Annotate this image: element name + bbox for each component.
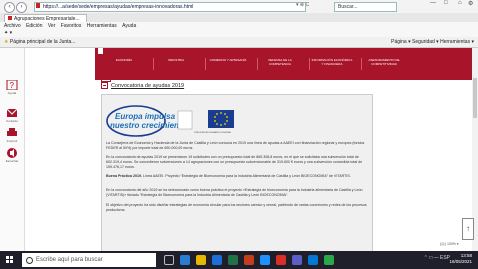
zoom-status[interactable]: (☹) 100% ▾ bbox=[440, 242, 459, 246]
nav-divider bbox=[205, 58, 206, 70]
nav-divider bbox=[153, 58, 154, 70]
back-to-top-button[interactable]: ↑ bbox=[462, 218, 474, 240]
convert-icon[interactable]: ✦ bbox=[4, 30, 8, 36]
file-explorer-icon[interactable] bbox=[196, 255, 206, 265]
section-heading[interactable]: Convocatoria de ayudas 2019 bbox=[101, 82, 184, 89]
taskbar-search-input[interactable]: Escribe aquí para buscar bbox=[22, 253, 156, 267]
favorites-star-icon[interactable]: ★ bbox=[4, 39, 8, 45]
contact-label: Contacto bbox=[5, 119, 18, 123]
listen-label: Escuchar bbox=[5, 159, 19, 163]
powerpoint-icon[interactable] bbox=[244, 255, 254, 265]
minimize-icon[interactable]: — bbox=[430, 0, 436, 6]
scrollbar-thumb[interactable] bbox=[473, 78, 477, 118]
logo-small-text: FONDO EUROPEO DE DESARROLLO REGIONAL bbox=[194, 131, 231, 134]
help-icon[interactable]: ? bbox=[6, 80, 18, 90]
site-favicon-icon bbox=[36, 3, 40, 8]
feder-crest bbox=[177, 110, 193, 130]
help-label: Ayuda bbox=[7, 91, 17, 95]
site-nav: Economía Industria Comercio y Artesanía … bbox=[95, 48, 478, 80]
url-tools[interactable]: ▾ ⊕ C bbox=[296, 2, 309, 8]
back-button[interactable]: ‹ bbox=[4, 2, 15, 13]
taskbar: Escribe aquí para buscar ⌃ □ — ESP 13:58… bbox=[0, 251, 478, 269]
teams-icon[interactable] bbox=[292, 255, 302, 265]
ie-icon[interactable] bbox=[260, 255, 270, 265]
favorite-link[interactable]: Página principal de la Junta... bbox=[10, 39, 76, 45]
paragraph-3: Buena Práctica 2019. Línea AAEEI. Proyec… bbox=[106, 174, 368, 179]
site-logo bbox=[98, 48, 103, 54]
menu-favoritos[interactable]: Favoritos bbox=[61, 23, 82, 29]
command-bar: ✦ ▾ bbox=[0, 30, 478, 37]
word-icon[interactable] bbox=[212, 255, 222, 265]
excel-icon[interactable] bbox=[228, 255, 238, 265]
command-tools[interactable]: Página ▾ Seguridad ▾ Herramientas ▾ bbox=[391, 37, 474, 47]
paragraph-2: En la convocatoria de ayudas 2019 se pre… bbox=[106, 155, 363, 169]
favorites-bar: ★ Página principal de la Junta... Página… bbox=[0, 37, 478, 48]
nav-comercio[interactable]: Comercio y Artesanía bbox=[207, 58, 249, 62]
nav-industria[interactable]: Industria bbox=[155, 58, 197, 62]
nav-economia[interactable]: Economía bbox=[103, 58, 145, 62]
chrome-icon[interactable] bbox=[276, 255, 286, 265]
search-icon bbox=[26, 257, 33, 264]
nav-divider bbox=[361, 58, 362, 70]
url-field[interactable]: https://...a/sede/sede/empresas/ayudas/e… bbox=[34, 2, 306, 12]
home-icon[interactable]: ⌂ bbox=[458, 0, 462, 6]
section-heading-text: Convocatoria de ayudas 2019 bbox=[111, 82, 185, 89]
tab-favicon-icon bbox=[8, 16, 12, 20]
address-bar-row: ‹ › https://...a/sede/sede/empresas/ayud… bbox=[0, 0, 478, 13]
tab-strip: Agrupaciones Empresariale... bbox=[0, 13, 478, 23]
select-icon[interactable]: ▾ bbox=[10, 30, 13, 36]
logo-line2: nuestro crecimiento bbox=[110, 121, 187, 130]
app-icon[interactable] bbox=[324, 255, 334, 265]
page-sidebar: ? Ayuda Contacto Imprimir Escuchar bbox=[0, 48, 25, 251]
nav-informacion[interactable]: Información Económica y Financiera bbox=[311, 58, 353, 66]
nav-asesoramiento[interactable]: Asesoramiento de Competitividad bbox=[363, 58, 405, 66]
paragraph-3-bold: Buena Práctica 2019. bbox=[106, 174, 142, 178]
eu-logo: Europa impulsa nuestro crecimiento FONDO… bbox=[106, 105, 234, 137]
clock-date: 16/05/2021 bbox=[449, 259, 472, 264]
menu-edicion[interactable]: Edición bbox=[26, 23, 42, 29]
outlook-icon[interactable] bbox=[308, 255, 318, 265]
section-panel: Europa impulsa nuestro crecimiento FONDO… bbox=[101, 94, 373, 253]
taskbar-search-placeholder: Escribe aquí para buscar bbox=[36, 257, 103, 263]
nav-divider bbox=[257, 58, 258, 70]
task-view-icon[interactable] bbox=[164, 255, 174, 265]
browser-search-input[interactable]: Buscar... bbox=[334, 2, 397, 12]
paragraph-3-text: Línea AAEEI. Proyecto “Estrategia de Bio… bbox=[141, 174, 351, 178]
logo-line1: Europa impulsa bbox=[115, 112, 176, 121]
svg-text:?: ? bbox=[10, 81, 15, 90]
clock[interactable]: 13:58 16/05/2021 bbox=[449, 253, 472, 265]
system-tray[interactable]: ⌃ □ — ESP bbox=[424, 255, 450, 261]
print-label: Imprimir bbox=[6, 139, 18, 143]
contact-icon[interactable] bbox=[6, 108, 18, 118]
maximize-icon[interactable]: □ bbox=[444, 0, 448, 6]
menu-herramientas[interactable]: Herramientas bbox=[87, 23, 117, 29]
main-content: Convocatoria de ayudas 2019 Europa impul… bbox=[95, 76, 373, 253]
nav-competencia[interactable]: Defensa de la Competencia bbox=[259, 58, 301, 66]
print-icon[interactable] bbox=[6, 128, 18, 138]
nav-divider bbox=[309, 58, 310, 70]
edge-icon[interactable] bbox=[180, 255, 190, 265]
speaker-icon[interactable] bbox=[6, 148, 18, 158]
menu-ver[interactable]: Ver bbox=[48, 23, 56, 29]
menu-bar: Archivo Edición Ver Favoritos Herramient… bbox=[0, 22, 478, 30]
paragraph-1: La Consejería de Economía y Hacienda de … bbox=[106, 141, 365, 150]
collapse-icon[interactable] bbox=[101, 82, 108, 89]
gear-icon[interactable]: ⚙ bbox=[468, 0, 473, 7]
menu-ayuda[interactable]: Ayuda bbox=[122, 23, 136, 29]
forward-button[interactable]: › bbox=[16, 2, 27, 13]
paragraph-5: El objetivo del proyecto ha sido diseñar… bbox=[106, 203, 367, 212]
windows-start-icon[interactable] bbox=[6, 256, 14, 264]
menu-archivo[interactable]: Archivo bbox=[4, 23, 21, 29]
paragraph-4: En la convocatoria del año 2019 se ha se… bbox=[106, 188, 363, 197]
